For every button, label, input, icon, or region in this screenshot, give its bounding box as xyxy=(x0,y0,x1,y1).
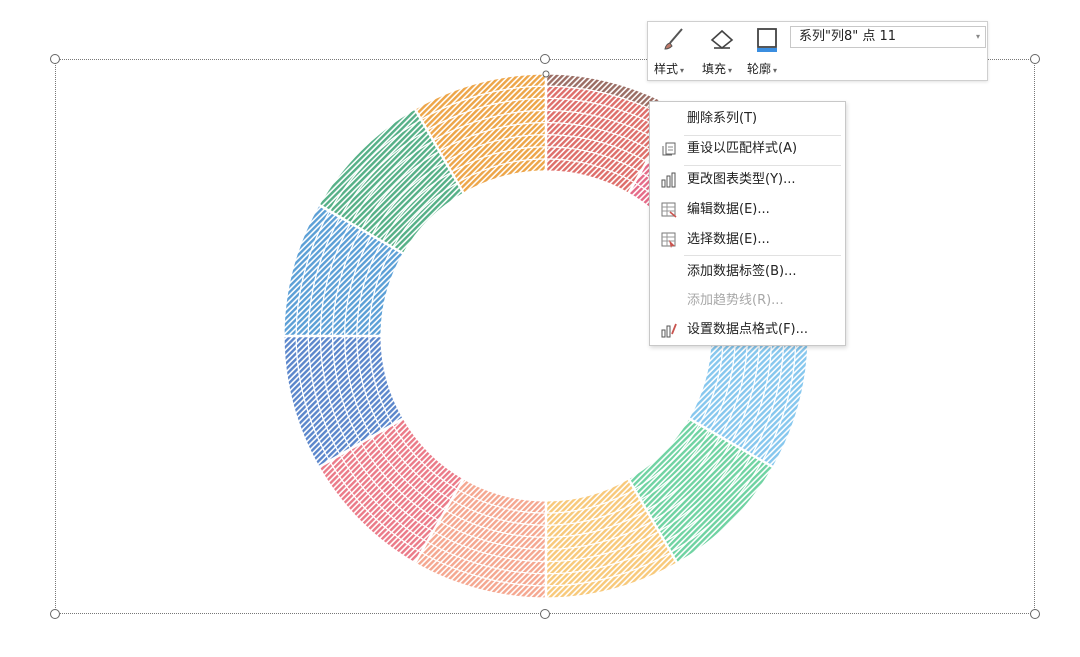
fill-label: 填充 xyxy=(702,62,727,76)
context-menu: 删除系列(T) 重设以匹配样式(A) 更改图表类型(Y)... 编辑数据(E).… xyxy=(649,101,846,346)
menu-item-reset-style[interactable]: 重设以匹配样式(A) xyxy=(650,134,845,164)
chart-area[interactable] xyxy=(50,54,1040,619)
fill-button[interactable]: 填充 ▾ xyxy=(700,22,744,80)
menu-item-change-chart-type[interactable]: 更改图表类型(Y)... xyxy=(650,165,845,195)
resize-handle-top-center[interactable] xyxy=(540,54,550,64)
outline-label: 轮廓 xyxy=(747,62,772,76)
bar-chart-icon xyxy=(661,172,676,188)
menu-item-select-data[interactable]: 选择数据(E)... xyxy=(650,225,845,255)
menu-item-delete-series[interactable]: 删除系列(T) xyxy=(650,104,845,134)
reset-style-icon xyxy=(662,142,676,156)
selection-handle[interactable] xyxy=(542,70,550,78)
resize-handle-top-right[interactable] xyxy=(1030,54,1040,64)
edit-data-icon xyxy=(661,202,677,218)
menu-item-add-data-labels[interactable]: 添加数据标签(B)... xyxy=(650,257,845,287)
paint-bucket-icon xyxy=(710,29,734,50)
series-point-value: 系列"列8" 点 11 xyxy=(799,29,897,44)
menu-item-add-trendline: 添加趋势线(R)... xyxy=(687,293,784,308)
caret-down-icon: ▾ xyxy=(680,66,685,75)
shape-outline-icon xyxy=(757,28,777,52)
chevron-down-icon: ▾ xyxy=(975,32,980,41)
select-data-icon xyxy=(661,232,676,248)
menu-item-edit-data[interactable]: 编辑数据(E)... xyxy=(650,195,845,225)
resize-handle-bottom-center[interactable] xyxy=(540,609,550,619)
format-point-icon xyxy=(661,323,677,338)
caret-down-icon: ▾ xyxy=(773,66,778,75)
series-point-dropdown[interactable]: 系列"列8" 点 11 ▾ xyxy=(790,26,986,48)
outline-button[interactable]: 轮廓 ▾ xyxy=(745,22,789,80)
resize-handle-top-left[interactable] xyxy=(50,54,60,64)
menu-item-format-data-point[interactable]: 设置数据点格式(F)... xyxy=(650,315,845,345)
style-button[interactable]: 样式 ▾ xyxy=(652,22,696,80)
caret-down-icon: ▾ xyxy=(728,66,733,75)
doughnut-chart[interactable] xyxy=(56,60,1036,615)
chart-format-toolbar: 样式 ▾ 填充 ▾ 轮廓 ▾ 系列"列8" 点 11 ▾ xyxy=(647,21,988,81)
menu-separator xyxy=(684,255,841,256)
resize-handle-bottom-right[interactable] xyxy=(1030,609,1040,619)
resize-handle-bottom-left[interactable] xyxy=(50,609,60,619)
style-label: 样式 xyxy=(654,62,679,76)
brush-icon xyxy=(664,28,683,50)
